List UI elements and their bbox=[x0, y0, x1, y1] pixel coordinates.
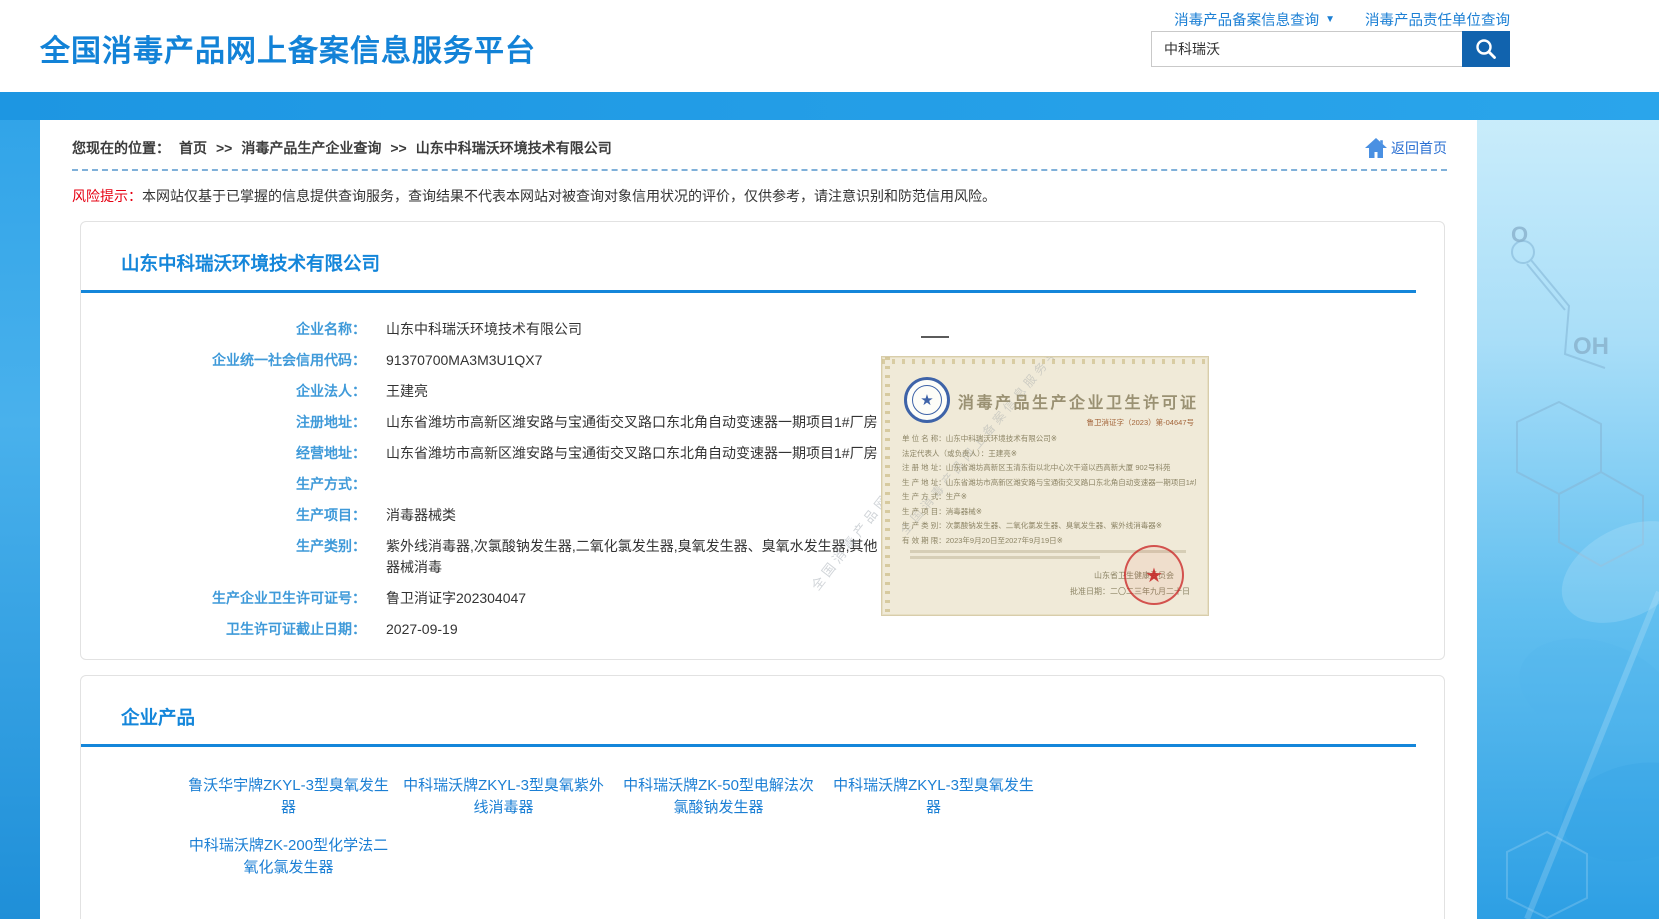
license-certificate-image: 全国消毒产品网上备案信息服务平台 全国消毒产品网上备案信息服务平台 ★ 消毒产品… bbox=[836, 322, 1236, 642]
certificate-line: 生 产 类 别：次氯酸钠发生器、二氧化氯发生器、臭氧发生器、紫外线消毒器※ bbox=[902, 520, 1196, 532]
field-row-production-mode: 生产方式： bbox=[81, 474, 1444, 495]
field-value: 王建亮 bbox=[386, 381, 886, 402]
certificate-red-seal-icon: ★ bbox=[1124, 545, 1184, 605]
field-value: 鲁卫消证字202304047 bbox=[386, 588, 886, 609]
field-label: 企业法人： bbox=[81, 381, 366, 402]
risk-notice-text: 本网站仅基于已掌握的信息提供查询服务，查询结果不代表本网站对被查询对象信用状况的… bbox=[142, 188, 996, 204]
field-value: 紫外线消毒器,次氯酸钠发生器,二氧化氯发生器,臭氧发生器、臭氧水发生器,其他器械… bbox=[386, 536, 886, 578]
products-grid: 鲁沃华宇牌ZKYL-3型臭氧发生器 中科瑞沃牌ZKYL-3型臭氧紫外线消毒器 中… bbox=[186, 775, 1066, 879]
products-card: 企业产品 鲁沃华宇牌ZKYL-3型臭氧发生器 中科瑞沃牌ZKYL-3型臭氧紫外线… bbox=[80, 675, 1445, 919]
breadcrumb-enterprise-query-link[interactable]: 消毒产品生产企业查询 bbox=[241, 138, 381, 158]
field-row-business-address: 经营地址： 山东省潍坊市高新区潍安路与宝通街交叉路口东北角自动变速器一期项目1#… bbox=[81, 443, 1444, 464]
field-row-credit-code: 企业统一社会信用代码： 91370700MA3M3U1QX7 bbox=[81, 350, 1444, 371]
certificate-number: 鲁卫消证字（2023）第-04647号 bbox=[1086, 417, 1194, 428]
header-blue-band bbox=[0, 92, 1659, 120]
search-button[interactable] bbox=[1462, 31, 1510, 67]
field-row-legal-person: 企业法人： 王建亮 bbox=[81, 381, 1444, 402]
field-value: 山东中科瑞沃环境技术有限公司 bbox=[386, 319, 886, 340]
top-nav: 消毒产品备案信息查询 ▼ 消毒产品责任单位查询 bbox=[1174, 9, 1510, 30]
search-input[interactable] bbox=[1151, 31, 1462, 67]
field-value: 消毒器械类 bbox=[386, 505, 886, 526]
company-fields: 企业名称： 山东中科瑞沃环境技术有限公司 企业统一社会信用代码： 9137070… bbox=[81, 293, 1444, 640]
nav-responsible-unit-label: 消毒产品责任单位查询 bbox=[1365, 9, 1510, 30]
nav-responsible-unit-link[interactable]: 消毒产品责任单位查询 bbox=[1365, 9, 1510, 30]
nav-filing-query-link[interactable]: 消毒产品备案信息查询 ▼ bbox=[1174, 9, 1335, 30]
field-label: 生产类别： bbox=[81, 536, 366, 557]
field-label: 经营地址： bbox=[81, 443, 366, 464]
certificate-fine-print bbox=[910, 556, 1100, 559]
field-value: 山东省潍坊市高新区潍安路与宝通街交叉路口东北角自动变速器一期项目1#厂房 bbox=[386, 412, 886, 433]
certificate-body: 单 位 名 称：山东中科瑞沃环境技术有限公司※ 法定代表人（或负责人）：王建亮※… bbox=[902, 433, 1196, 559]
certificate-line: 法定代表人（或负责人）：王建亮※ bbox=[902, 448, 1196, 460]
risk-notice-label: 风险提示： bbox=[72, 188, 142, 204]
field-label: 注册地址： bbox=[81, 412, 366, 433]
breadcrumb-row: 您现在的位置： 首页 >> 消毒产品生产企业查询 >> 山东中科瑞沃环境技术有限… bbox=[72, 132, 1447, 164]
back-home-label: 返回首页 bbox=[1391, 138, 1447, 158]
product-link[interactable]: 中科瑞沃牌ZKYL-3型臭氧发生器 bbox=[831, 775, 1036, 819]
background-right-strip: OH O bbox=[1477, 92, 1659, 919]
breadcrumb-current-company: 山东中科瑞沃环境技术有限公司 bbox=[416, 138, 612, 158]
products-card-title: 企业产品 bbox=[121, 704, 1444, 730]
field-label: 生产方式： bbox=[81, 474, 366, 495]
field-row-license-number: 生产企业卫生许可证号： 鲁卫消证字202304047 bbox=[81, 588, 1444, 609]
field-label: 生产企业卫生许可证号： bbox=[81, 588, 366, 609]
certificate-emblem-star: ★ bbox=[912, 385, 942, 415]
certificate-line: 生 产 地 址：山东省潍坊市高新区潍安路与宝通街交叉路口东北角自动变速器一期项目… bbox=[902, 477, 1196, 489]
chevron-down-icon: ▼ bbox=[1325, 14, 1335, 25]
site-title: 全国消毒产品网上备案信息服务平台 bbox=[40, 26, 536, 70]
field-row-production-project: 生产项目： 消毒器械类 bbox=[81, 505, 1444, 526]
breadcrumb-home-link[interactable]: 首页 bbox=[179, 138, 207, 158]
company-info-card: 山东中科瑞沃环境技术有限公司 企业名称： 山东中科瑞沃环境技术有限公司 企业统一… bbox=[80, 221, 1445, 660]
breadcrumb-separator: >> bbox=[216, 140, 232, 156]
svg-text:O: O bbox=[1511, 222, 1528, 247]
seal-star-icon: ★ bbox=[1145, 563, 1163, 588]
certificate-perforation-left bbox=[885, 357, 890, 615]
background-chemistry-art: OH O bbox=[1477, 92, 1659, 919]
product-link[interactable]: 中科瑞沃牌ZK-50型电解法次氯酸钠发生器 bbox=[616, 775, 821, 819]
certificate-title: 消毒产品生产企业卫生许可证 bbox=[958, 389, 1199, 413]
breadcrumb-separator: >> bbox=[390, 140, 406, 156]
svg-text:OH: OH bbox=[1573, 333, 1609, 360]
field-value: 91370700MA3M3U1QX7 bbox=[386, 350, 886, 371]
breadcrumb: 您现在的位置： 首页 >> 消毒产品生产企业查询 >> 山东中科瑞沃环境技术有限… bbox=[72, 138, 612, 158]
field-label: 卫生许可证截止日期： bbox=[81, 619, 366, 640]
risk-notice: 风险提示：本网站仅基于已掌握的信息提供查询服务，查询结果不代表本网站对被查询对象… bbox=[72, 187, 1447, 206]
search-bar bbox=[1151, 31, 1510, 67]
field-label: 生产项目： bbox=[81, 505, 366, 526]
products-card-rule bbox=[81, 744, 1416, 747]
certificate-line: 生 产 方 式：生产※ bbox=[902, 491, 1196, 503]
nav-filing-query-label: 消毒产品备案信息查询 bbox=[1174, 9, 1319, 30]
field-row-registered-address: 注册地址： 山东省潍坊市高新区潍安路与宝通街交叉路口东北角自动变速器一期项目1#… bbox=[81, 412, 1444, 433]
certificate-line: 注 册 地 址：山东省潍坊高新区玉清东街以北中心次干道以西高新大厦 902号科苑 bbox=[902, 462, 1196, 474]
product-link[interactable]: 鲁沃华宇牌ZKYL-3型臭氧发生器 bbox=[186, 775, 391, 819]
search-icon bbox=[1474, 37, 1498, 61]
field-row-production-category: 生产类别： 紫外线消毒器,次氯酸钠发生器,二氧化氯发生器,臭氧发生器、臭氧水发生… bbox=[81, 536, 1444, 578]
field-row-license-expiry: 卫生许可证截止日期： 2027-09-19 bbox=[81, 619, 1444, 640]
dashed-separator bbox=[72, 169, 1447, 171]
main-panel: 您现在的位置： 首页 >> 消毒产品生产企业查询 >> 山东中科瑞沃环境技术有限… bbox=[40, 120, 1477, 919]
certificate-emblem-icon: ★ bbox=[904, 377, 950, 423]
field-label: 企业统一社会信用代码： bbox=[81, 350, 366, 371]
field-value: 2027-09-19 bbox=[386, 619, 886, 640]
home-icon bbox=[1364, 137, 1388, 159]
field-value: 山东省潍坊市高新区潍安路与宝通街交叉路口东北角自动变速器一期项目1#厂房 bbox=[386, 443, 886, 464]
back-home-link[interactable]: 返回首页 bbox=[1364, 137, 1447, 159]
field-label: 企业名称： bbox=[81, 319, 366, 340]
certificate-scan-mark bbox=[921, 336, 949, 338]
product-link[interactable]: 中科瑞沃牌ZKYL-3型臭氧紫外线消毒器 bbox=[401, 775, 606, 819]
certificate-line: 生 产 项 目：消毒器械※ bbox=[902, 506, 1196, 518]
certificate: 全国消毒产品网上备案信息服务平台 ★ 消毒产品生产企业卫生许可证 鲁卫消证字（2… bbox=[881, 356, 1209, 616]
product-link[interactable]: 中科瑞沃牌ZK-200型化学法二氧化氯发生器 bbox=[186, 835, 391, 879]
field-row-company-name: 企业名称： 山东中科瑞沃环境技术有限公司 bbox=[81, 319, 1444, 340]
certificate-line: 单 位 名 称：山东中科瑞沃环境技术有限公司※ bbox=[902, 433, 1196, 445]
background-left-strip bbox=[0, 92, 40, 919]
site-header: 全国消毒产品网上备案信息服务平台 消毒产品备案信息查询 ▼ 消毒产品责任单位查询 bbox=[0, 0, 1659, 92]
company-card-title: 山东中科瑞沃环境技术有限公司 bbox=[121, 250, 1444, 276]
breadcrumb-prefix: 您现在的位置： bbox=[72, 138, 170, 158]
